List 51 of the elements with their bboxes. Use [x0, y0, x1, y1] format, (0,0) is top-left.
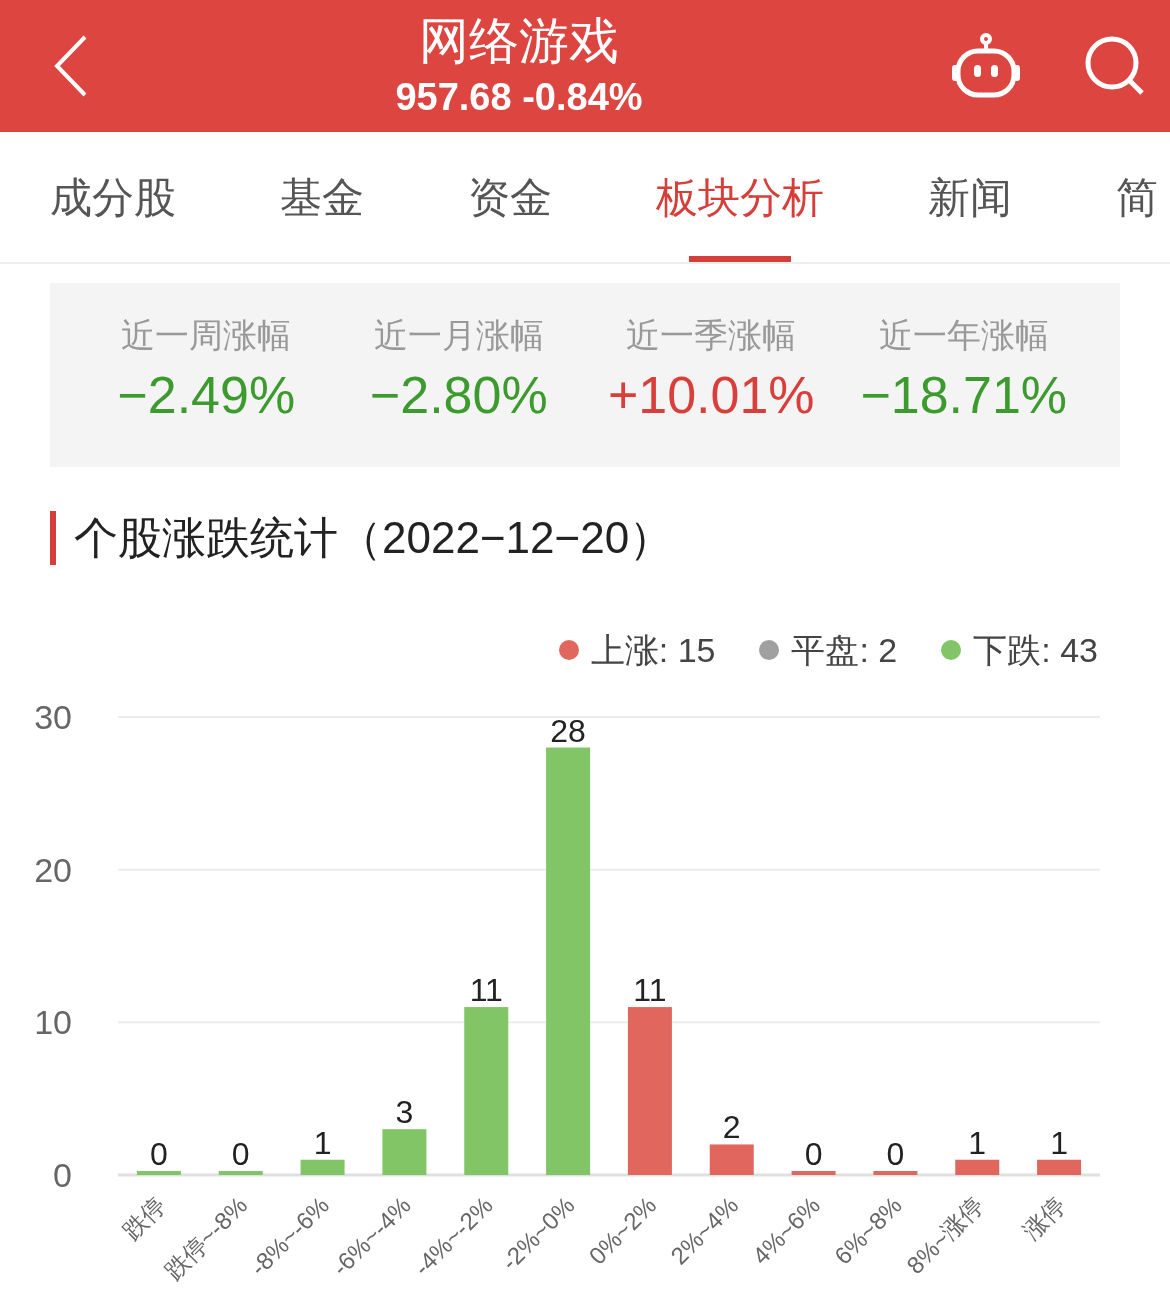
- legend-label: 上涨: 15: [590, 629, 716, 671]
- zero-value-marker: [136, 1171, 181, 1175]
- bar: [1037, 1159, 1082, 1175]
- section-title: 个股涨跌统计（2022−12−20）: [74, 512, 674, 564]
- axis-tick-label: 30: [34, 698, 72, 736]
- robot-icon[interactable]: [950, 33, 1022, 99]
- bar: [300, 1159, 345, 1175]
- legend-label: 下跌: 43: [973, 629, 1098, 671]
- bar: [709, 1144, 754, 1175]
- data-label: 1: [968, 1124, 987, 1161]
- data-label: 0: [886, 1136, 905, 1172]
- axis-tick-label: 0: [53, 1156, 72, 1194]
- tab[interactable]: 资金: [468, 132, 552, 262]
- page-title: 网络游戏: [419, 12, 619, 71]
- period-label: 近一周涨幅: [121, 315, 292, 355]
- data-label: 0: [804, 1136, 823, 1172]
- search-icon[interactable]: [1084, 35, 1146, 97]
- category-label: 跌停: [117, 1191, 171, 1245]
- bar: [382, 1129, 427, 1175]
- data-label: 0: [150, 1136, 168, 1172]
- data-label: 2: [722, 1109, 741, 1146]
- index-quote: 957.68 -0.84%: [395, 75, 643, 120]
- period-label: 近一季涨幅: [626, 315, 797, 355]
- period-label: 近一年涨幅: [878, 315, 1049, 355]
- zero-value-marker: [873, 1171, 918, 1175]
- data-label: 1: [313, 1124, 332, 1161]
- data-label: 11: [469, 972, 503, 1009]
- data-label: 3: [395, 1094, 414, 1131]
- category-label: 涨停: [1017, 1191, 1071, 1245]
- period-change: −18.71%: [860, 365, 1068, 426]
- section-marker: [50, 511, 56, 565]
- zero-value-marker: [791, 1171, 836, 1175]
- bar: [955, 1159, 1000, 1175]
- tab[interactable]: 新闻: [928, 132, 1012, 262]
- period-label: 近一月涨幅: [373, 315, 544, 355]
- tab[interactable]: 成分股: [50, 132, 176, 262]
- period-change: +10.01%: [607, 365, 815, 426]
- data-label: 0: [231, 1136, 250, 1172]
- data-label: 1: [1050, 1124, 1068, 1161]
- zero-value-marker: [218, 1171, 263, 1175]
- data-label: 11: [633, 972, 667, 1009]
- tab[interactable]: 板块分析: [656, 132, 824, 262]
- tab[interactable]: 基金: [280, 132, 364, 262]
- period-change: −2.49%: [117, 365, 296, 426]
- legend-label: 平盘: 2: [791, 629, 898, 671]
- tab[interactable]: 简: [1116, 132, 1158, 262]
- axis-tick-label: 20: [34, 850, 72, 889]
- axis-tick-label: 10: [34, 1003, 72, 1042]
- back-icon[interactable]: [54, 35, 88, 97]
- period-change: −2.80%: [369, 365, 548, 426]
- data-label: 28: [550, 712, 586, 749]
